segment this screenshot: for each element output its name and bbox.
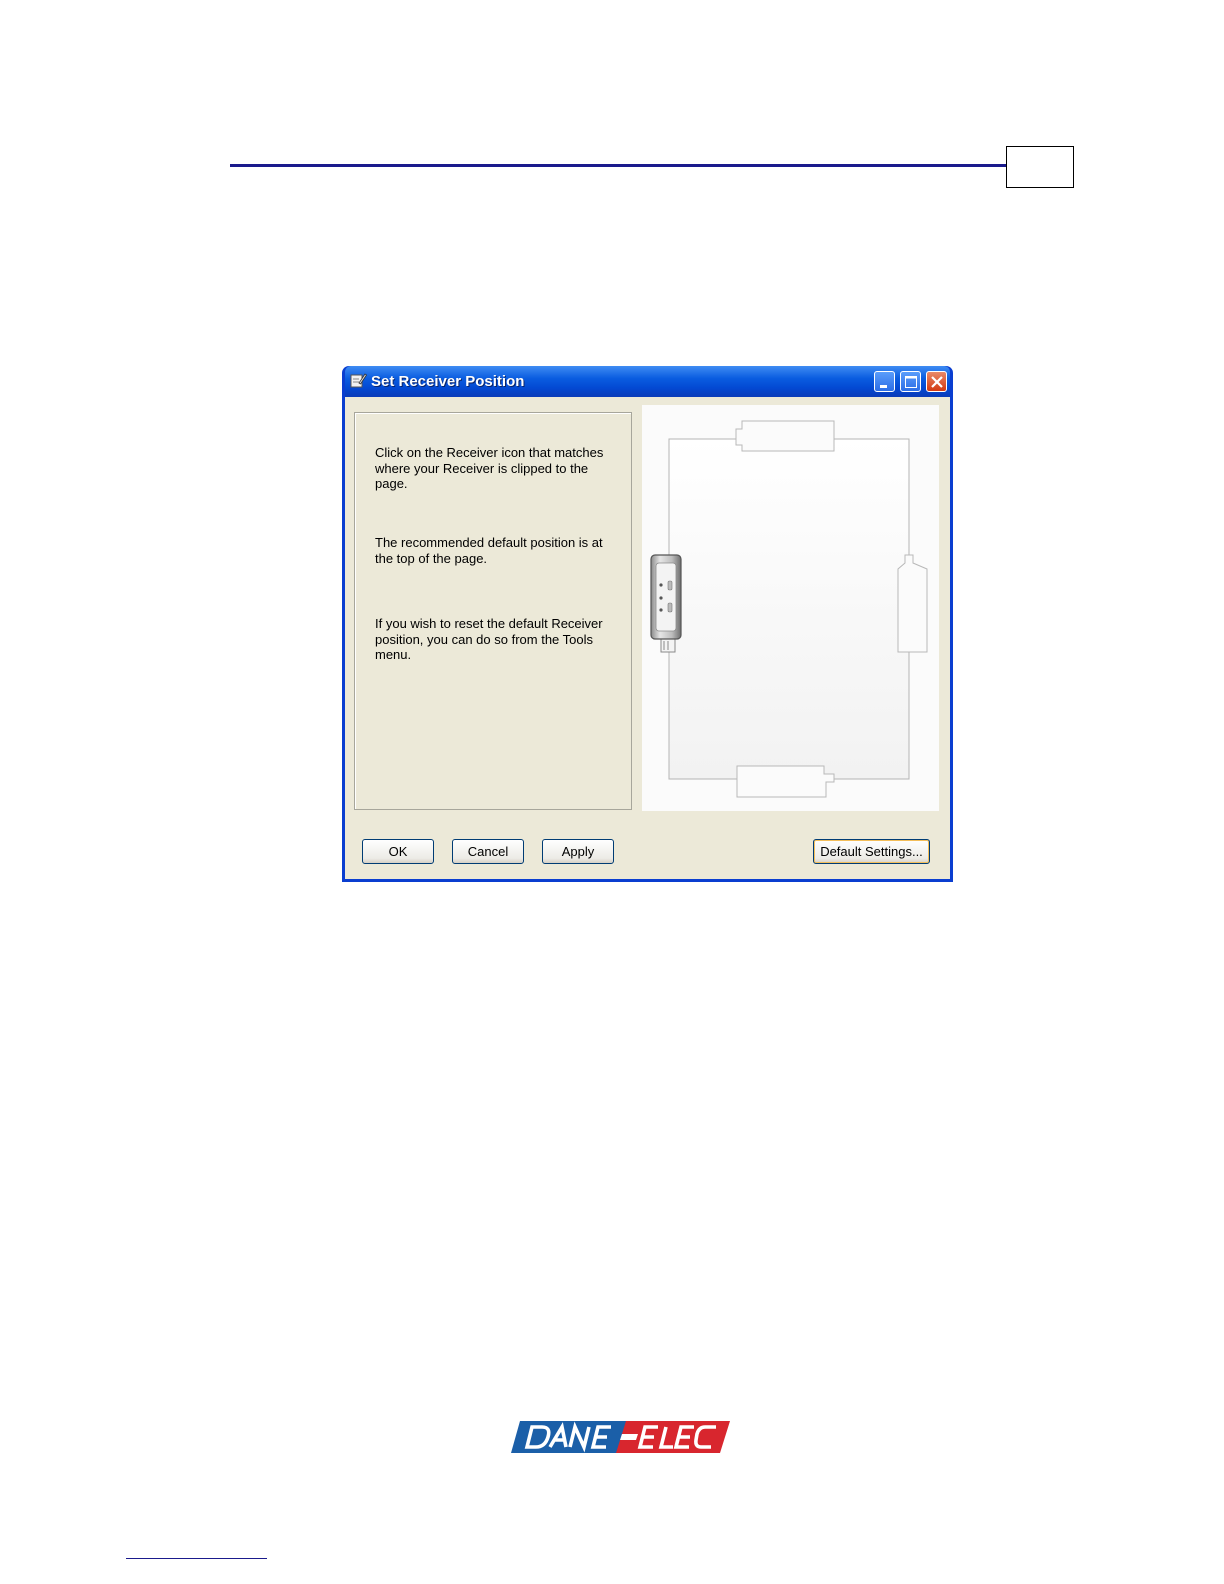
instruction-text-3: If you wish to reset the default Receive… [375, 616, 603, 662]
dialog-client-area: Click on the Receiver icon that matches … [345, 397, 950, 879]
title-bar[interactable]: Set Receiver Position [345, 366, 950, 397]
instruction-text-2: The recommended default position is at t… [375, 535, 603, 566]
receiver-bottom-option[interactable] [736, 765, 835, 798]
close-button[interactable] [926, 371, 947, 392]
close-icon [931, 376, 943, 388]
default-settings-button[interactable]: Default Settings... [813, 839, 930, 864]
paper-outline [668, 438, 910, 780]
pen-tablet-icon [350, 373, 367, 388]
receiver-right-option[interactable] [897, 554, 928, 653]
receiver-position-preview [642, 405, 939, 811]
header-rule [230, 164, 1008, 167]
page-preview [650, 420, 928, 798]
instruction-text-1: Click on the Receiver icon that matches … [375, 445, 604, 491]
window-title: Set Receiver Position [371, 373, 525, 390]
maximize-button[interactable] [900, 371, 921, 392]
dane-elec-logo [511, 1421, 730, 1453]
minimize-button[interactable] [874, 371, 895, 392]
receiver-top-option[interactable] [735, 420, 835, 452]
maximize-icon [905, 376, 917, 388]
apply-button[interactable]: Apply [542, 839, 614, 864]
instructions-panel: Click on the Receiver icon that matches … [354, 412, 632, 810]
page-number-box [1006, 146, 1074, 188]
footer-link-underline[interactable] [126, 1558, 267, 1559]
set-receiver-position-dialog: Set Receiver Position Click on the Recei… [342, 366, 953, 882]
receiver-left-option-selected[interactable] [650, 554, 682, 653]
cancel-button[interactable]: Cancel [452, 839, 524, 864]
ok-button[interactable]: OK [362, 839, 434, 864]
minimize-icon [880, 385, 887, 388]
